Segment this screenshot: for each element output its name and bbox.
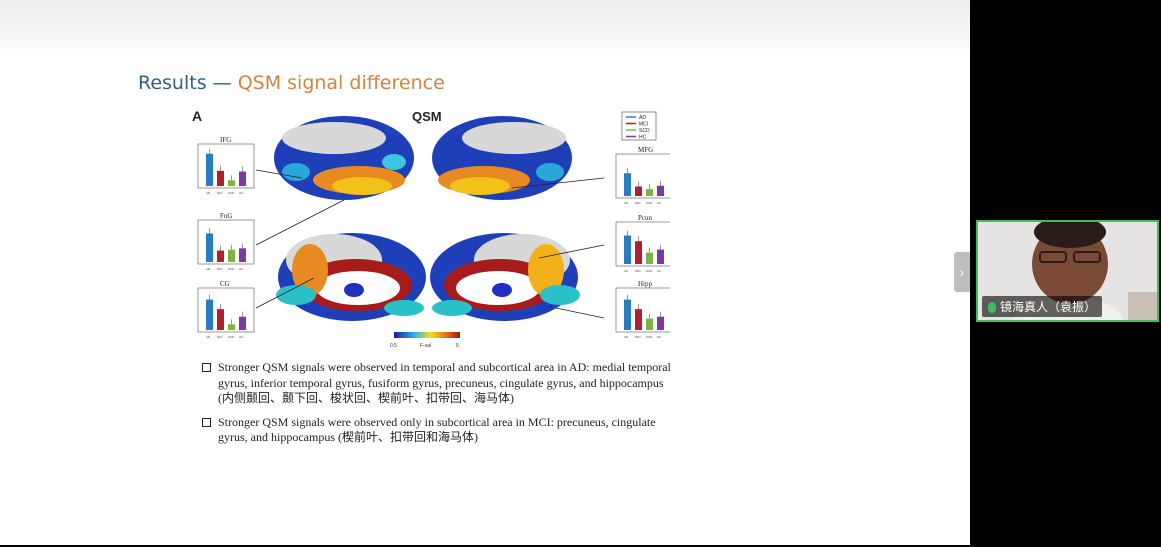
participant-video-tile[interactable]: 镜海真人（袁振） <box>976 220 1159 322</box>
bullet-item-mci: Stronger QSM signals were observed only … <box>202 415 672 446</box>
mini-chart-tick: AD <box>206 267 211 271</box>
mini-chart-bar <box>646 252 653 264</box>
brain-medial-right <box>430 233 580 321</box>
mini-chart-bar <box>239 248 246 262</box>
mini-chart-tick: MCI <box>217 335 223 339</box>
mini-chart-tick: SCD <box>646 201 653 205</box>
mini-chart-title: Hipp <box>638 280 653 288</box>
participant-name-label: 镜海真人（袁振） <box>982 296 1103 317</box>
mini-chart-bar <box>635 309 642 330</box>
mini-chart-bar <box>646 318 653 330</box>
slide-title: Results — QSM signal difference <box>138 72 445 94</box>
brain-medial-left <box>276 233 426 321</box>
mini-chart-tick: HC <box>239 191 244 195</box>
center-label: QSM <box>412 109 442 124</box>
mini-chart-tick: SCD <box>646 335 653 339</box>
bullet-text: Stronger QSM signals were observed in te… <box>218 360 671 405</box>
bullet-text: Stronger QSM signals were observed only … <box>218 414 656 445</box>
mini-chart-title: FuG <box>220 212 232 220</box>
legend-label: HC <box>639 135 647 141</box>
mini-chart-bar <box>239 316 246 330</box>
mini-chart-bar <box>217 250 224 262</box>
chevron-right-icon: › <box>959 264 965 280</box>
mini-chart-tick: MCI <box>217 267 223 271</box>
mini-chart-tick: MCI <box>635 335 641 339</box>
bullet-list: Stronger QSM signals were observed in te… <box>202 360 672 454</box>
mini-chart-tick: SCD <box>228 335 235 339</box>
mini-chart-tick: HC <box>657 201 662 205</box>
mini-chart-title: IFG <box>220 136 231 144</box>
mini-chart-tick: AD <box>624 335 629 339</box>
participant-name: 镜海真人（袁振） <box>1000 300 1097 314</box>
colorbar-min: 0.5 <box>390 343 397 349</box>
slide-top-fade <box>0 0 970 60</box>
colorbar <box>394 332 460 338</box>
title-prefix: Results — <box>138 72 238 94</box>
mini-chart-tick: HC <box>239 335 244 339</box>
mini-chart-fug: FuG AD MCI SCD HC <box>197 212 255 271</box>
mini-chart-bar <box>228 180 235 186</box>
mini-chart-bar <box>657 249 664 264</box>
mini-chart-pcun: Pcun AD MCI SCD HC <box>615 214 673 273</box>
title-main: QSM signal difference <box>237 72 445 94</box>
mini-chart-ifg: IFG AD MCI SCD HC <box>197 136 255 195</box>
mini-chart-tick: AD <box>624 201 629 205</box>
mini-chart-tick: SCD <box>228 267 235 271</box>
mini-chart-tick: HC <box>657 269 662 273</box>
shared-slide: Results — QSM signal difference A QSM 0.… <box>0 0 970 545</box>
qsm-figure-svg: A QSM 0.5 F-val 5 ADMCISCDHC IFGAD MCI S… <box>192 108 673 349</box>
mini-chart-hipp: Hipp AD MCI SCD HC <box>615 280 673 339</box>
mini-chart-bar <box>646 189 653 196</box>
mini-chart-tick: HC <box>239 267 244 271</box>
mini-chart-bar <box>635 186 642 196</box>
mini-chart-mfg: MFG AD MCI SCD HC <box>615 146 673 205</box>
mini-chart-bar <box>206 153 213 186</box>
legend-label: MCI <box>639 122 648 128</box>
mini-chart-tick: MCI <box>217 191 223 195</box>
mini-chart-tick: MCI <box>635 269 641 273</box>
mini-chart-bar <box>657 316 664 330</box>
mini-chart-tick: SCD <box>228 191 235 195</box>
colorbar-label: F-val <box>420 343 431 349</box>
mini-chart-tick: AD <box>206 335 211 339</box>
legend: ADMCISCDHC <box>621 111 657 141</box>
mini-chart-cg: CG AD MCI SCD HC <box>197 280 255 339</box>
brain-lateral-left <box>274 116 414 200</box>
mini-chart-title: MFG <box>638 146 653 154</box>
mini-chart-tick: AD <box>206 191 211 195</box>
mini-chart-tick: SCD <box>646 269 653 273</box>
mini-chart-bar <box>624 235 631 264</box>
mini-chart-title: Pcun <box>638 214 653 222</box>
legend-label: AD <box>639 115 646 121</box>
panel-letter: A <box>192 108 202 124</box>
mini-chart-bar <box>217 309 224 330</box>
mini-chart-bar <box>624 173 631 196</box>
mini-chart-bar <box>206 299 213 330</box>
microphone-icon <box>988 302 996 313</box>
collapse-sidebar-button[interactable]: › <box>954 252 970 292</box>
colorbar-max: 5 <box>456 343 459 349</box>
mini-chart-bar <box>206 233 213 262</box>
mini-chart-bar <box>635 241 642 264</box>
legend-label: SCD <box>639 128 650 134</box>
mini-chart-tick: MCI <box>635 201 641 205</box>
mini-chart-bar <box>239 171 246 186</box>
mini-chart-tick: HC <box>657 335 662 339</box>
mini-chart-bar <box>217 170 224 186</box>
mini-chart-bar <box>228 249 235 262</box>
brain-lateral-right <box>432 116 572 200</box>
bullet-item-ad: Stronger QSM signals were observed in te… <box>202 360 672 407</box>
mini-chart-bar <box>228 324 235 330</box>
mini-chart-title: CG <box>220 280 230 288</box>
bullet-square-icon <box>202 417 211 427</box>
mini-chart-tick: AD <box>624 269 629 273</box>
mini-chart-bar <box>624 299 631 330</box>
qsm-figure: A QSM 0.5 F-val 5 AD MCI SCD HC IFG AD M… <box>184 100 673 356</box>
bullet-square-icon <box>202 363 211 372</box>
mini-chart-bar <box>657 185 664 196</box>
